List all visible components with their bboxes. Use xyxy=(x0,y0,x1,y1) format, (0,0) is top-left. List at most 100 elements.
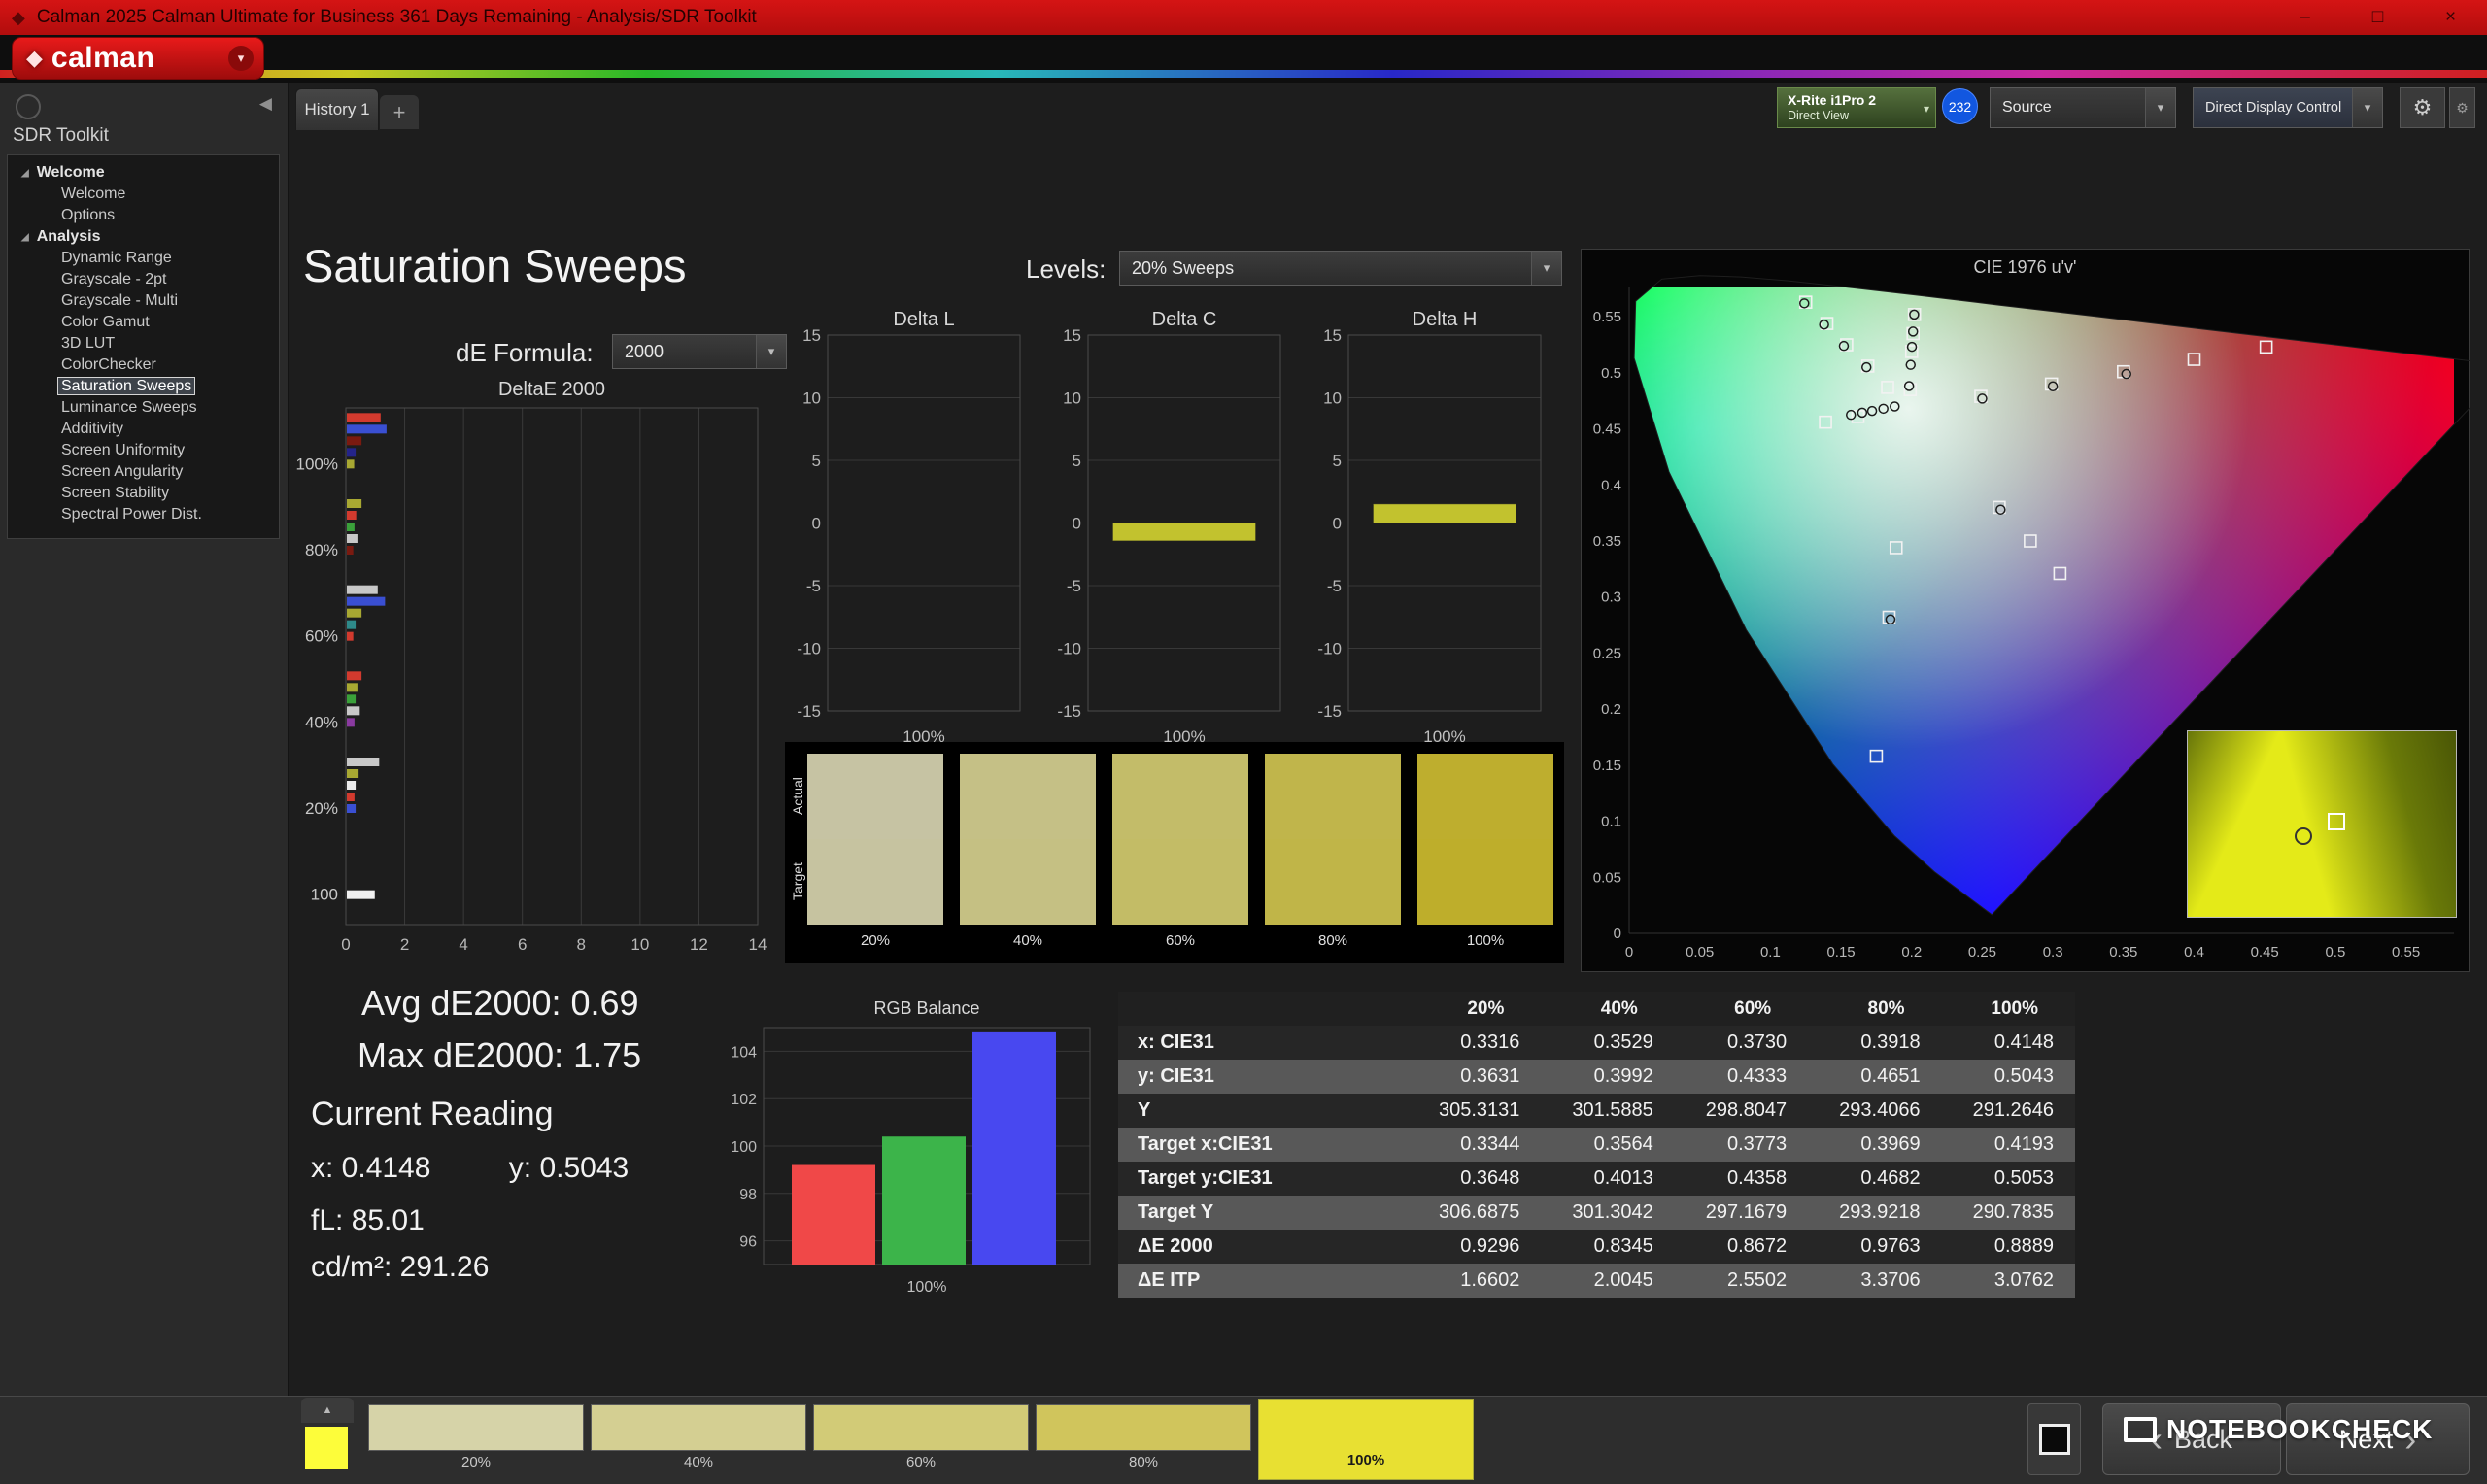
tree-section-analysis[interactable]: ◢ Analysis xyxy=(8,226,279,248)
svg-text:0.3: 0.3 xyxy=(1601,590,1621,606)
svg-text:100: 100 xyxy=(731,1139,757,1156)
table-cell: 301.5885 xyxy=(1572,1099,1653,1121)
source-dropdown[interactable]: Source ▾ xyxy=(1990,87,2176,128)
pattern-window-button[interactable] xyxy=(2027,1403,2081,1475)
sidebar-item-dynamic-range[interactable]: Dynamic Range xyxy=(8,248,279,269)
add-tab-button[interactable]: + xyxy=(380,95,419,129)
level-patch-strip: 20% 40% 60% 80% 100% xyxy=(368,1397,1481,1484)
maximize-button[interactable]: □ xyxy=(2341,0,2414,35)
de-formula-dropdown[interactable]: 2000 ▾ xyxy=(612,334,787,369)
current-pattern-swatch[interactable] xyxy=(305,1427,348,1469)
workflow-options-icon[interactable] xyxy=(16,94,41,119)
settings-gear-button[interactable]: ⚙ xyxy=(2400,87,2445,128)
level-patch-40%[interactable]: 40% xyxy=(591,1404,806,1484)
sidebar-item-label: Screen Stability xyxy=(61,485,170,501)
levels-value: 20% Sweeps xyxy=(1132,257,1235,278)
meter-dropdown[interactable]: X-Rite i1Pro 2 Direct View ▾ xyxy=(1777,87,1936,128)
chevron-down-icon: ▾ xyxy=(1923,102,1929,116)
sidebar-item-options[interactable]: Options xyxy=(8,205,279,226)
sidebar-item-colorchecker[interactable]: ColorChecker xyxy=(8,354,279,376)
tree-section-label: Analysis xyxy=(36,228,101,245)
svg-text:5: 5 xyxy=(1073,452,1081,470)
delta-c-chart: Delta C 15 10 5 0 -5 -10 -15 100% xyxy=(1049,309,1310,756)
level-patch-20%[interactable]: 20% xyxy=(368,1404,584,1484)
tab-history-1[interactable]: History 1 xyxy=(295,88,379,130)
collapse-sidebar-button[interactable]: ◀ xyxy=(259,94,272,114)
cie-chart-title: CIE 1976 u'v' xyxy=(1973,257,2077,277)
sidebar-item-luminance-sweeps[interactable]: Luminance Sweeps xyxy=(8,397,279,419)
max-de2000: Max dE2000: 1.75 xyxy=(358,1035,642,1075)
sidebar-item-spectral-power-dist-[interactable]: Spectral Power Dist. xyxy=(8,504,279,525)
next-button-label: Next xyxy=(2338,1424,2394,1454)
svg-text:10: 10 xyxy=(1063,389,1081,408)
svg-text:0.45: 0.45 xyxy=(1593,422,1621,438)
sidebar-item-color-gamut[interactable]: Color Gamut xyxy=(8,312,279,333)
sidebar-title: SDR Toolkit xyxy=(13,125,109,146)
meter-name: X-Rite i1Pro 2 xyxy=(1788,92,1877,108)
pattern-strip-toggle[interactable]: ▲ xyxy=(301,1398,354,1423)
target-point-icon xyxy=(2327,813,2345,831)
table-cell: 0.3918 xyxy=(1860,1031,1921,1053)
app-settings-gear-button[interactable]: ⚙ xyxy=(2449,87,2475,128)
level-patch-60%[interactable]: 60% xyxy=(813,1404,1029,1484)
minimize-button[interactable]: – xyxy=(2268,0,2341,35)
svg-text:104: 104 xyxy=(731,1044,757,1061)
actual-swatch-100% xyxy=(1417,754,1553,839)
sidebar-item-label: Color Gamut xyxy=(61,314,150,330)
table-cell: 3.0762 xyxy=(1993,1269,2054,1291)
table-row-label: x: CIE31 xyxy=(1138,1031,1214,1053)
current-cdm2: cd/m²: 291.26 xyxy=(311,1251,490,1283)
display-control-dropdown[interactable]: Direct Display Control ▾ xyxy=(2193,87,2383,128)
sidebar-item-3d-lut[interactable]: 3D LUT xyxy=(8,333,279,354)
rainbow-strip xyxy=(0,70,2487,78)
sidebar-item-saturation-s-weeps[interactable]: Saturation Sweeps xyxy=(8,376,279,397)
svg-text:0.55: 0.55 xyxy=(2392,944,2420,961)
table-cell: 293.4066 xyxy=(1839,1099,1921,1121)
level-patch-100%[interactable]: 100% xyxy=(1258,1399,1474,1480)
table-cell: 0.4358 xyxy=(1727,1167,1788,1189)
sidebar-item-label: Luminance Sweeps xyxy=(61,399,197,416)
table-cell: 0.5043 xyxy=(1993,1065,2054,1087)
deltae2000-chart: DeltaE 2000 0 2 4 6 8 10 12 14 100% 80% 60% 40% 20% 1… xyxy=(291,379,781,961)
level-patch-80%[interactable]: 80% xyxy=(1036,1404,1251,1484)
table-cell: 0.5053 xyxy=(1993,1167,2054,1189)
table-cell: 0.3648 xyxy=(1460,1167,1520,1189)
window-controls: – □ × xyxy=(2268,0,2487,35)
tree-section-welcome[interactable]: ◢ Welcome xyxy=(8,162,279,184)
display-control-label: Direct Display Control xyxy=(2205,100,2342,116)
target-swatch-100% xyxy=(1417,839,1553,925)
table-cell: 0.3529 xyxy=(1593,1031,1653,1053)
chevron-right-icon: › xyxy=(2404,1419,2417,1459)
table-row: ΔE ITP 1.6602 2.0045 2.5502 3.3706 3.0762 xyxy=(1118,1264,2075,1298)
sidebar-item-welcome[interactable]: Welcome xyxy=(8,184,279,205)
delta-l-plot: 151050-5-10-15100% xyxy=(797,326,1021,746)
sidebar-item-screen-uniformity[interactable]: Screen Uniformity xyxy=(8,440,279,461)
level-patch-swatch xyxy=(591,1404,806,1451)
sidebar-item-screen-stability[interactable]: Screen Stability xyxy=(8,483,279,504)
close-button[interactable]: × xyxy=(2414,0,2487,35)
next-button[interactable]: Next › xyxy=(2286,1403,2470,1475)
swatch-column-label: 100% xyxy=(1466,932,1505,949)
sidebar-item-additivity[interactable]: Additivity xyxy=(8,419,279,440)
svg-text:0: 0 xyxy=(1625,944,1633,961)
expander-icon[interactable]: ◢ xyxy=(21,168,29,179)
table-cell: 0.4333 xyxy=(1727,1065,1788,1087)
page-title: Saturation Sweeps xyxy=(303,240,687,291)
sidebar-item-screen-angularity[interactable]: Screen Angularity xyxy=(8,461,279,483)
sidebar-item-label: Grayscale - Multi xyxy=(61,292,179,309)
svg-text:2: 2 xyxy=(400,935,409,954)
levels-dropdown[interactable]: 20% Sweeps ▾ xyxy=(1119,251,1562,286)
svg-text:0.2: 0.2 xyxy=(1601,701,1621,718)
sidebar-item-grayscale-multi[interactable]: Grayscale - Multi xyxy=(8,290,279,312)
calman-menu-button[interactable]: ◆ calman ▾ xyxy=(12,37,264,80)
svg-text:0.5: 0.5 xyxy=(2325,944,2345,961)
sidebar-item-grayscale-2pt[interactable]: Grayscale - 2pt xyxy=(8,269,279,290)
titlebar: ◆ Calman 2025 Calman Ultimate for Busine… xyxy=(0,0,2487,35)
back-button[interactable]: ‹ Back xyxy=(2102,1403,2281,1475)
expander-icon[interactable]: ◢ xyxy=(21,232,29,243)
table-cell: 0.3730 xyxy=(1727,1031,1788,1053)
svg-text:40%: 40% xyxy=(305,713,338,731)
svg-text:0.05: 0.05 xyxy=(1686,944,1714,961)
actual-swatch-40% xyxy=(960,754,1096,839)
level-patch-swatch xyxy=(1036,1404,1251,1451)
